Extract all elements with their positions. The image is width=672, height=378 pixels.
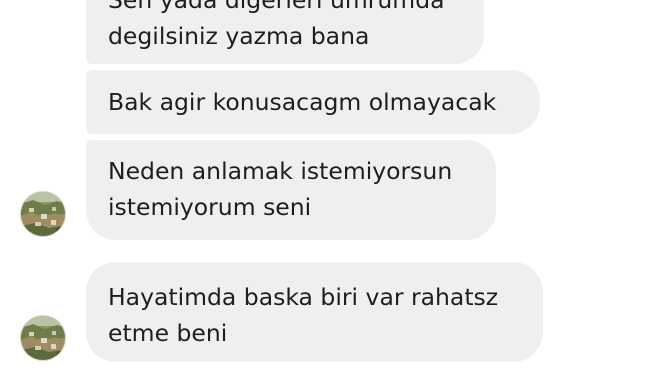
message-bubble[interactable]: Bak agir konusacagm olmayacak (86, 70, 540, 134)
avatar-photo-icon (21, 192, 65, 236)
message-line: istemiyorum seni (108, 193, 312, 221)
message-bubble[interactable]: Hayatimda baska biri var rahatsz etme be… (86, 262, 543, 362)
message-line: degilsiniz yazma bana (108, 22, 370, 50)
message-line: Sen yada digerleri umrumda (108, 0, 445, 14)
contact-avatar[interactable] (20, 191, 66, 237)
message-bubble[interactable]: Neden anlamak istemiyorsun istemiyorum s… (86, 140, 496, 240)
message-line: etme beni (108, 319, 228, 347)
chat-thread: Sen yada digerleri umrumda degilsiniz ya… (0, 0, 672, 378)
avatar-photo-icon (21, 316, 65, 360)
message-line: Neden anlamak istemiyorsun (108, 157, 453, 185)
message-bubble[interactable]: Sen yada digerleri umrumda degilsiniz ya… (86, 0, 484, 64)
message-line: Hayatimda baska biri var rahatsz (108, 283, 499, 311)
contact-avatar[interactable] (20, 315, 66, 361)
message-line: Bak agir konusacagm olmayacak (108, 88, 497, 116)
